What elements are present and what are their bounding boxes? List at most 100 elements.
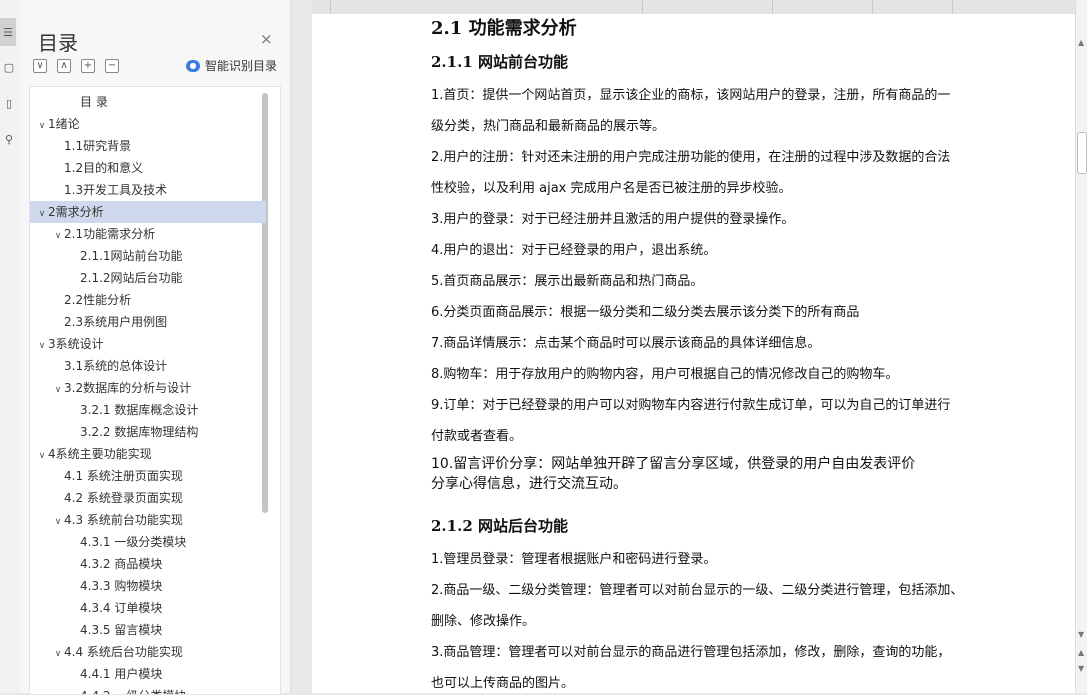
doc-paragraph-line: 10.留言评价分享：网站单独开辟了留言分享区域，供登录的用户自由发表评价 xyxy=(431,456,916,472)
toc-item[interactable]: 3.1系统的总体设计 xyxy=(30,355,280,377)
toc-item[interactable]: ∨ 1绪论 xyxy=(30,113,266,135)
toc-item[interactable]: 4.3.4 订单模块 xyxy=(30,597,280,619)
toc-item[interactable]: 4.4.1 用户模块 xyxy=(30,663,280,685)
toc-item-label: 3系统设计 xyxy=(48,337,104,351)
toc-item-label: 2需求分析 xyxy=(48,205,104,219)
pane-title: 目录 xyxy=(38,31,78,55)
toc-item[interactable]: 1.1研究背景 xyxy=(30,135,280,157)
doc-paragraph-line: 9.订单：对于已经登录的用户可以对购物车内容进行付款生成订单，可以为自己的订单进… xyxy=(431,398,951,413)
toc-item-label: 4.3.1 一级分类模块 xyxy=(80,535,187,549)
next-page-icon[interactable]: ▼ xyxy=(1078,664,1084,673)
toc-item-label: 4.3.5 留言模块 xyxy=(80,623,163,637)
doc-paragraph-line: 6.分类页面商品展示：根据一级分类和二级分类去展示该分类下的所有商品 xyxy=(431,305,860,320)
toc-item-label: 4系统主要功能实现 xyxy=(48,447,152,461)
ruler-mark xyxy=(872,0,873,14)
toc-item-label: 4.3 系统前台功能实现 xyxy=(64,513,183,527)
chevron-down-icon[interactable]: ∨ xyxy=(36,335,48,357)
chevron-down-icon[interactable]: ∨ xyxy=(52,643,64,665)
toc-item[interactable]: ∨ 4.3 系统前台功能实现 xyxy=(30,509,280,533)
toc-item-label: 2.3系统用户用例图 xyxy=(64,315,168,329)
doc-paragraph-line: 1.管理员登录：管理者根据账户和密码进行登录。 xyxy=(431,552,717,567)
document-page[interactable]: 2.1 功能需求分析 2.1.1 网站前台功能 2.1.2 网站后台功能 1.首… xyxy=(312,14,1075,693)
bookmark-icon[interactable]: ▢ xyxy=(2,60,16,74)
toc-item-label: 4.3.2 商品模块 xyxy=(80,557,163,571)
ruler xyxy=(312,0,1075,15)
toc-item[interactable]: 2.1.2网站后台功能 xyxy=(30,267,280,289)
toc-item[interactable]: 1.3开发工具及技术 xyxy=(30,179,280,201)
doc-paragraph-line: 8.购物车：用于存放用户的购物内容，用户可根据自己的情况修改自己的购物车。 xyxy=(431,367,899,382)
toc-item[interactable]: 2.1.1网站前台功能 xyxy=(30,245,280,267)
close-icon[interactable]: × xyxy=(260,30,273,48)
toc-item[interactable]: ∨ 3系统设计 xyxy=(30,333,266,355)
scroll-up-icon[interactable]: ▲ xyxy=(1078,38,1084,47)
toc-panel-icon[interactable]: ☰ xyxy=(0,18,16,46)
doc-paragraph-line: 也可以上传商品的图片。 xyxy=(431,676,575,691)
toc-item[interactable]: 2.3系统用户用例图 xyxy=(30,311,280,333)
doc-paragraph-line: 删除、修改操作。 xyxy=(431,614,536,629)
toc-item[interactable]: ∨ 2.1功能需求分析 xyxy=(30,223,280,247)
toc-item[interactable]: ∨ 3.2数据库的分析与设计 xyxy=(30,377,280,401)
toc-item[interactable]: ∨ 2需求分析 xyxy=(30,201,266,223)
toc-item[interactable]: 目 录 xyxy=(30,91,280,113)
toc-pane: 目录 × ∨ ∧ + − ● 智能识别目录 目 录 ∨ 1绪论 1.1研究背景 1.2目… xyxy=(20,0,291,695)
toc-item-label: 2.2性能分析 xyxy=(64,293,132,307)
subsection-heading-frontend: 2.1.1 网站前台功能 xyxy=(431,53,568,71)
doc-paragraph-line: 3.商品管理：管理者可以对前台显示的商品进行管理包括添加，修改，删除，查询的功能… xyxy=(431,645,951,660)
toc-item-label: 4.3.3 购物模块 xyxy=(80,579,163,593)
doc-paragraph-line: 2.商品一级、二级分类管理：管理者可以对前台显示的一级、二级分类进行管理，包括添… xyxy=(431,583,964,598)
add-level-icon[interactable]: + xyxy=(81,59,95,73)
toc-item-label: 1绪论 xyxy=(48,117,80,131)
toc-item[interactable]: 1.2目的和意义 xyxy=(30,157,280,179)
toc-item-label: 4.2 系统登录页面实现 xyxy=(64,491,183,505)
toc-item-label: 2.1.2网站后台功能 xyxy=(80,271,183,285)
toc-item-label: 4.3.4 订单模块 xyxy=(80,601,163,615)
toc-item-label: 1.2目的和意义 xyxy=(64,161,144,175)
doc-paragraph-line: 级分类，热门商品和最新商品的展示等。 xyxy=(431,119,666,134)
toc-item[interactable]: 4.3.3 购物模块 xyxy=(30,575,280,597)
doc-paragraph-line: 付款或者查看。 xyxy=(431,429,523,444)
chevron-down-icon[interactable]: ∨ xyxy=(36,203,48,225)
toc-item-label: 4.4.2 一级分类模块 xyxy=(80,689,186,694)
toc-item[interactable]: 3.2.1 数据库概念设计 xyxy=(30,399,280,421)
chevron-down-icon[interactable]: ∨ xyxy=(52,379,64,401)
smart-ai-icon: ● xyxy=(186,59,200,72)
toc-item-label: 3.2.1 数据库概念设计 xyxy=(80,403,199,417)
ruler-mark xyxy=(772,0,773,14)
toc-item[interactable]: 4.2 系统登录页面实现 xyxy=(30,487,280,509)
toc-item[interactable]: ∨ 4.4 系统后台功能实现 xyxy=(30,641,280,665)
toc-item[interactable]: 4.3.1 一级分类模块 xyxy=(30,531,280,553)
remove-level-icon[interactable]: − xyxy=(105,59,119,73)
toc-item[interactable]: ∨ 4系统主要功能实现 xyxy=(30,443,266,465)
ruler-mark xyxy=(642,0,643,14)
smart-toc-button[interactable]: ● 智能识别目录 xyxy=(186,57,277,74)
chevron-down-icon[interactable]: ∨ xyxy=(36,445,48,467)
toc-item[interactable]: 2.2性能分析 xyxy=(30,289,280,311)
prev-page-icon[interactable]: ▲ xyxy=(1078,648,1084,657)
chevron-down-icon[interactable]: ∨ xyxy=(52,511,64,533)
toc-item-label: 2.1功能需求分析 xyxy=(64,227,156,241)
toc-item-label: 3.2数据库的分析与设计 xyxy=(64,381,192,395)
search-icon[interactable]: ⚲ xyxy=(2,132,16,146)
expand-icon[interactable]: ∧ xyxy=(57,59,71,73)
collapse-icon[interactable]: ∨ xyxy=(33,59,47,73)
left-toolbar: ☰ ▢ ▯ ⚲ xyxy=(0,0,21,693)
doc-paragraph-line: 分享心得信息，进行交流互动。 xyxy=(431,476,627,492)
toc-item-label: 4.4.1 用户模块 xyxy=(80,667,163,681)
doc-scrollbar[interactable] xyxy=(1075,0,1087,693)
toc-item[interactable]: 4.4.2 一级分类模块 xyxy=(30,685,280,694)
doc-scroll-thumb[interactable] xyxy=(1077,132,1087,174)
toc-item[interactable]: 3.2.2 数据库物理结构 xyxy=(30,421,280,443)
ruler-mark xyxy=(330,0,331,14)
toc-item-label: 2.1.1网站前台功能 xyxy=(80,249,183,263)
scroll-down-icon[interactable]: ▼ xyxy=(1078,630,1084,639)
chevron-down-icon[interactable]: ∨ xyxy=(36,115,48,137)
subsection-heading-backend: 2.1.2 网站后台功能 xyxy=(431,517,568,535)
doc-paragraph-line: 7.商品详情展示：点击某个商品时可以展示该商品的具体详细信息。 xyxy=(431,336,821,351)
page-icon[interactable]: ▯ xyxy=(2,96,16,110)
chevron-down-icon[interactable]: ∨ xyxy=(52,225,64,247)
toc-item[interactable]: 4.1 系统注册页面实现 xyxy=(30,465,280,487)
toc-item-label: 4.1 系统注册页面实现 xyxy=(64,469,183,483)
toc-item[interactable]: 4.3.2 商品模块 xyxy=(30,553,280,575)
toc-item[interactable]: 4.3.5 留言模块 xyxy=(30,619,280,641)
toc-item-label: 1.3开发工具及技术 xyxy=(64,183,168,197)
